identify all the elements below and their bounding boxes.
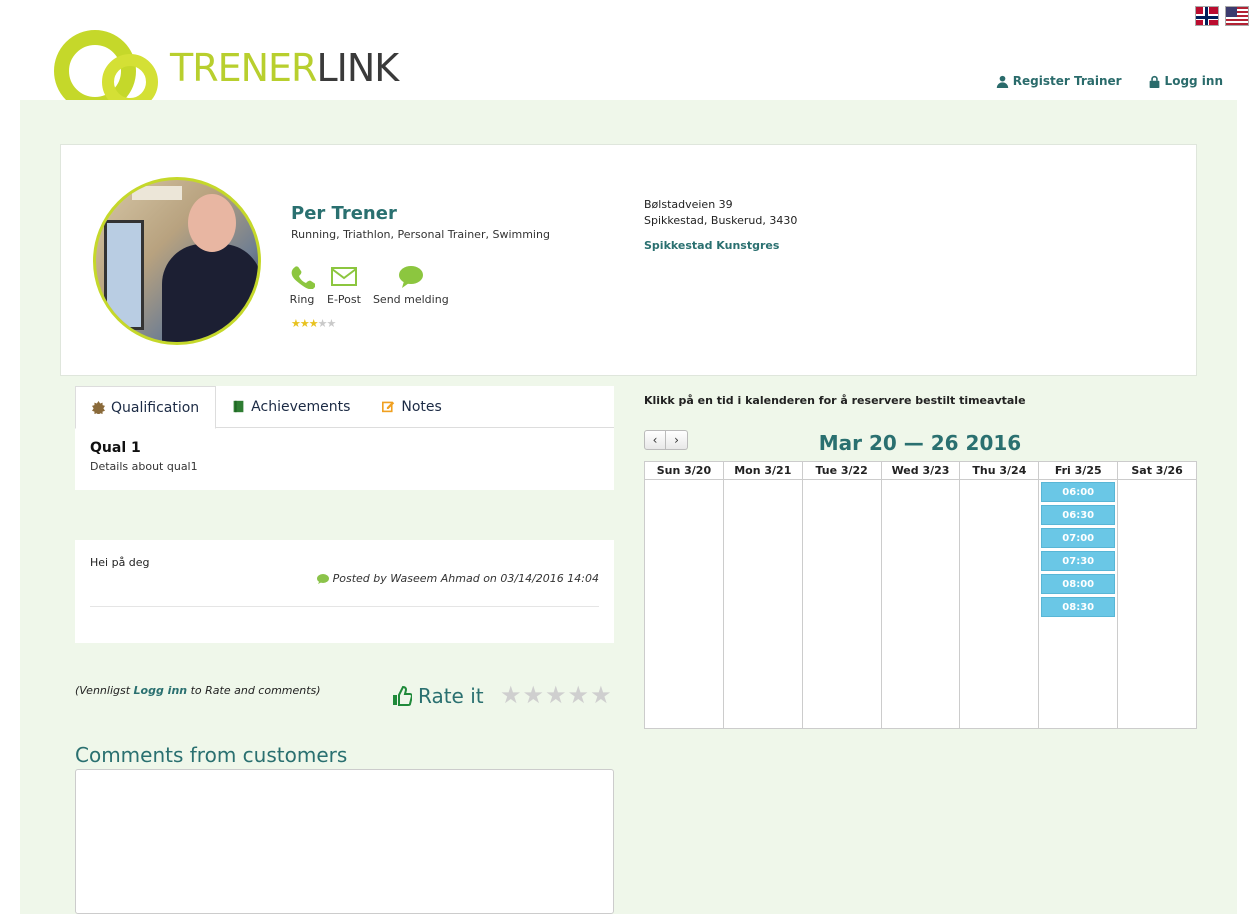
rate-it-button[interactable]: Rate it (392, 684, 484, 708)
logo-text: TRENERLINK (170, 46, 399, 90)
calendar-day-sun[interactable]: Sun 3/20 (645, 462, 724, 728)
note-meta: Posted by Waseem Ahmad on 03/14/2016 14:… (316, 572, 599, 585)
badge-icon (92, 401, 105, 414)
call-label: Ring (289, 293, 315, 306)
qualification-details: Details about qual1 (90, 460, 198, 473)
qualification-title: Qual 1 (90, 440, 141, 456)
top-navigation: Register Trainer Logg inn (996, 74, 1223, 88)
us-flag-icon[interactable] (1225, 6, 1249, 26)
rate-star-3[interactable]: ★ (545, 681, 567, 709)
time-slot[interactable]: 06:00 (1041, 482, 1116, 502)
time-slot[interactable]: 06:30 (1041, 505, 1116, 525)
tab-achievements-label: Achievements (251, 398, 351, 415)
comments-textarea[interactable] (75, 769, 614, 914)
address-line-2: Spikkestad, Buskerud, 3430 (644, 214, 798, 227)
comment-icon (316, 573, 329, 584)
register-trainer-label: Register Trainer (1012, 74, 1122, 88)
send-message-label: Send melding (372, 293, 449, 306)
comments-title: Comments from customers (75, 743, 348, 767)
calendar-day-header: Thu 3/24 (960, 462, 1039, 480)
profile-tabs-panel: Qualification Achievements Notes Qual 1 … (75, 386, 614, 490)
calendar-day-mon[interactable]: Mon 3/21 (723, 462, 803, 728)
login-to-rate-link[interactable]: Logg inn (134, 684, 188, 697)
calendar-day-tue[interactable]: Tue 3/22 (802, 462, 882, 728)
calendar-day-header: Fri 3/25 (1039, 462, 1118, 480)
edit-icon (382, 401, 395, 413)
tab-bar: Qualification Achievements Notes (75, 386, 614, 429)
note-panel: Hei på deg Posted by Waseem Ahmad on 03/… (75, 540, 614, 643)
trainer-specialties: Running, Triathlon, Personal Trainer, Sw… (291, 228, 550, 241)
venue-link[interactable]: Spikkestad Kunstgres (644, 239, 779, 252)
email-label: E-Post (327, 293, 361, 306)
address-line-1: Bølstadveien 39 (644, 198, 733, 211)
calendar-day-sat[interactable]: Sat 3/26 (1118, 462, 1197, 728)
tab-notes[interactable]: Notes (366, 386, 457, 427)
book-icon (233, 400, 244, 413)
trainer-avatar (93, 177, 261, 345)
trainer-name: Per Trener (291, 203, 397, 224)
login-label: Logg inn (1164, 74, 1223, 88)
calendar-day-header: Wed 3/23 (881, 462, 960, 480)
calendar-day-header: Tue 3/22 (802, 462, 881, 480)
calendar-title: Mar 20 — 26 2016 (818, 431, 1022, 455)
time-slot[interactable]: 08:30 (1041, 597, 1116, 617)
rate-star-1[interactable]: ★ (500, 681, 522, 709)
note-divider (90, 606, 599, 607)
tab-qualification-label: Qualification (111, 399, 200, 416)
calendar-day-thu[interactable]: Thu 3/24 (960, 462, 1040, 728)
rate-star-4[interactable]: ★ (568, 681, 590, 709)
email-button[interactable]: E-Post (327, 265, 361, 306)
calendar-hint: Klikk på en tid i kalenderen for å reser… (644, 394, 1026, 407)
phone-icon (291, 266, 315, 289)
rate-star-2[interactable]: ★ (523, 681, 545, 709)
norwegian-flag-icon[interactable] (1195, 6, 1219, 26)
tab-qualification[interactable]: Qualification (75, 386, 217, 429)
week-calendar: Sun 3/20 Mon 3/21 Tue 3/22 Wed 3/23 Thu … (644, 461, 1197, 729)
calendar-day-fri[interactable]: Fri 3/25 06:00 06:30 07:00 07:30 08:00 0… (1039, 462, 1119, 728)
note-text: Hei på deg (90, 556, 150, 569)
time-slot[interactable]: 07:30 (1041, 551, 1116, 571)
calendar-day-wed[interactable]: Wed 3/23 (881, 462, 961, 728)
login-link[interactable]: Logg inn (1148, 74, 1223, 88)
lock-icon (1149, 75, 1159, 88)
calendar-day-header: Mon 3/21 (723, 462, 802, 480)
trainer-address: Bølstadveien 39 Spikkestad, Buskerud, 34… (644, 197, 797, 229)
trainer-rating-stars: ★★★★★ (291, 317, 336, 330)
chat-icon (398, 266, 423, 288)
tab-achievements[interactable]: Achievements (216, 386, 366, 427)
calendar-day-header: Sat 3/26 (1118, 462, 1197, 480)
login-to-rate-hint: (Vennligst Logg inn to Rate and comments… (75, 684, 321, 697)
time-slot[interactable]: 08:00 (1041, 574, 1116, 594)
rate-stars: ★ ★ ★ ★ ★ (500, 681, 612, 709)
tab-notes-label: Notes (401, 398, 442, 415)
user-icon (996, 75, 1008, 88)
contact-actions: Ring E-Post Send melding (289, 265, 449, 306)
time-slot[interactable]: 07:00 (1041, 528, 1116, 548)
thumbs-up-icon (393, 686, 412, 706)
send-message-button[interactable]: Send melding (373, 265, 449, 306)
language-switcher (1195, 6, 1249, 26)
calendar-day-header: Sun 3/20 (645, 462, 723, 480)
trainer-profile-card: Per Trener Running, Triathlon, Personal … (60, 144, 1197, 376)
rate-it-label: Rate it (418, 684, 484, 708)
call-button[interactable]: Ring (289, 265, 315, 306)
register-trainer-link[interactable]: Register Trainer (996, 74, 1122, 88)
rate-star-5[interactable]: ★ (590, 681, 612, 709)
mail-icon (330, 267, 357, 286)
note-meta-text: Posted by Waseem Ahmad on 03/14/2016 14:… (332, 572, 599, 585)
